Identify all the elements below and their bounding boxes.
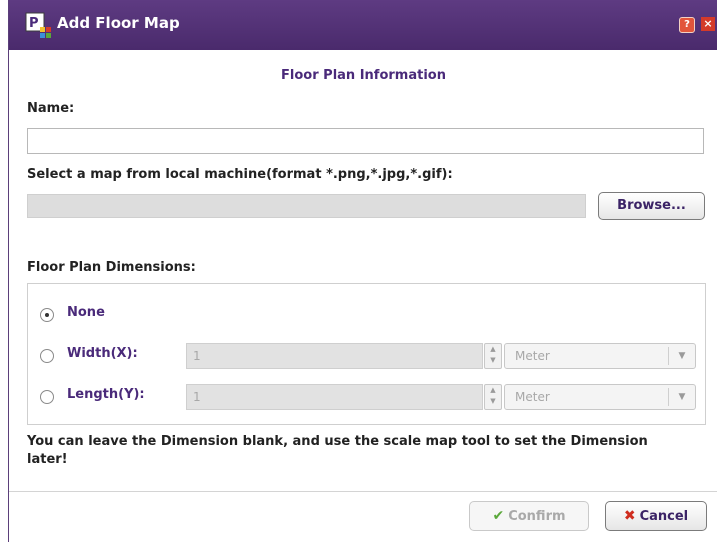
confirm-label: Confirm [508, 509, 566, 524]
map-file-label: Select a map from local machine(format *… [27, 167, 453, 182]
length-unit-select[interactable]: Meter ▼ [504, 384, 696, 410]
length-input[interactable]: 1 [186, 384, 483, 410]
length-unit-value: Meter [515, 390, 550, 404]
add-floor-map-dialog: P Add Floor Map ? × Floor Plan Informati… [8, 0, 717, 542]
check-icon: ✔ [492, 508, 505, 524]
cancel-button[interactable]: ✖ Cancel [605, 501, 707, 531]
width-input[interactable]: 1 [186, 343, 483, 369]
svg-text:P: P [29, 16, 39, 31]
name-label: Name: [27, 101, 75, 116]
dimensions-label: Floor Plan Dimensions: [27, 260, 196, 275]
chevron-down-icon: ▼ [668, 388, 695, 406]
width-spinner[interactable]: ▲ ▼ [484, 343, 502, 369]
chevron-down-icon: ▼ [668, 347, 695, 365]
radio-length-label[interactable]: Length(Y): [67, 387, 145, 402]
footer-divider [9, 491, 717, 492]
length-spinner[interactable]: ▲ ▼ [484, 384, 502, 410]
help-icon[interactable]: ? [679, 17, 695, 33]
browse-button[interactable]: Browse... [598, 192, 705, 220]
map-file-path-field [27, 194, 586, 218]
confirm-button[interactable]: ✔ Confirm [469, 501, 589, 531]
radio-none[interactable] [40, 308, 54, 322]
radio-none-label[interactable]: None [67, 305, 105, 320]
x-icon: ✖ [623, 508, 636, 524]
dimensions-group: None Width(X): 1 ▲ ▼ Meter ▼ Length(Y): 1… [27, 283, 706, 425]
title-bar[interactable]: P Add Floor Map ? × [9, 0, 717, 50]
cancel-label: Cancel [639, 509, 689, 524]
width-unit-value: Meter [515, 349, 550, 363]
width-unit-select[interactable]: Meter ▼ [504, 343, 696, 369]
dialog-title: Add Floor Map [57, 14, 180, 32]
floor-map-app-icon: P [25, 12, 51, 38]
close-icon[interactable]: × [701, 17, 715, 31]
radio-width-label[interactable]: Width(X): [67, 346, 138, 361]
name-input[interactable] [27, 128, 704, 154]
dimension-note: You can leave the Dimension blank, and u… [27, 434, 648, 467]
section-title: Floor Plan Information [281, 68, 446, 83]
radio-width[interactable] [40, 349, 54, 363]
radio-length[interactable] [40, 390, 54, 404]
